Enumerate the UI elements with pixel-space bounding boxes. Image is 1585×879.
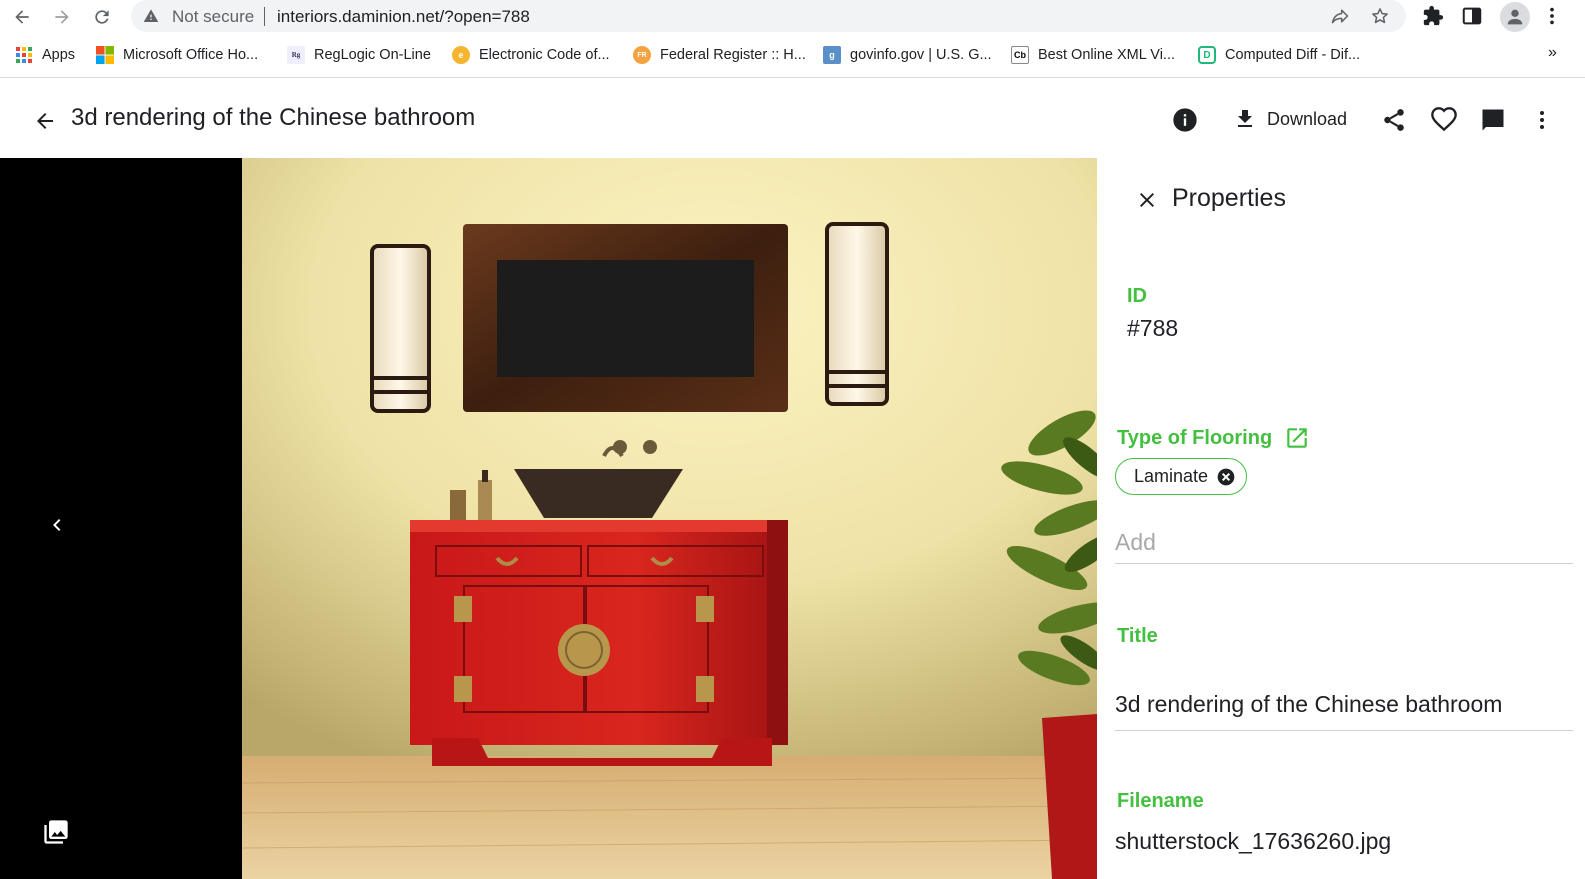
properties-panel: Properties ID #788 Type of Flooring Lami… xyxy=(1097,158,1585,879)
browser-toolbar: Not secure interiors.daminion.net/?open=… xyxy=(0,0,1585,34)
bookmark-label: Electronic Code of... xyxy=(479,47,610,63)
close-icon[interactable] xyxy=(1135,188,1159,212)
browser-reload-button[interactable] xyxy=(89,4,115,30)
extensions-puzzle-icon[interactable] xyxy=(1422,5,1444,27)
profile-avatar[interactable] xyxy=(1500,2,1530,32)
title-value[interactable]: 3d rendering of the Chinese bathroom xyxy=(1115,691,1502,718)
app-header: 3d rendering of the Chinese bathroom Dow… xyxy=(0,78,1585,158)
address-separator xyxy=(264,7,265,26)
security-status[interactable]: Not secure xyxy=(172,7,254,27)
arrow-right-icon xyxy=(55,10,69,24)
browser-forward-button[interactable] xyxy=(49,4,75,30)
bookmark-label: Federal Register :: H... xyxy=(660,47,806,63)
bookmark-federal-register[interactable]: FR Federal Register :: H... xyxy=(633,46,806,64)
bookmark-computed-diff[interactable]: D Computed Diff - Dif... xyxy=(1198,46,1360,64)
bookmark-apps[interactable]: Apps xyxy=(15,46,75,64)
id-label: ID xyxy=(1127,285,1147,307)
ecfr-icon: e xyxy=(452,46,470,64)
bookmark-label: Microsoft Office Ho... xyxy=(123,47,259,63)
federal-register-icon: FR xyxy=(633,46,651,64)
title-field-underline xyxy=(1115,730,1573,731)
share-page-icon[interactable] xyxy=(1330,6,1350,26)
bookmark-govinfo[interactable]: g govinfo.gov | U.S. G... xyxy=(823,46,992,64)
title-label: Title xyxy=(1117,625,1158,647)
favorite-button[interactable] xyxy=(1430,106,1458,134)
more-vert-icon xyxy=(1540,111,1544,129)
flooring-label: Type of Flooring xyxy=(1117,426,1273,449)
browser-back-button[interactable] xyxy=(9,4,35,30)
download-label: Download xyxy=(1267,108,1348,129)
arrow-left-icon xyxy=(15,10,29,24)
person-icon xyxy=(1507,9,1523,25)
bookmark-label: Best Online XML Vi... xyxy=(1038,47,1176,63)
microsoft-logo-icon xyxy=(96,46,114,64)
reglogic-icon: Rg xyxy=(287,46,305,64)
back-arrow-icon[interactable] xyxy=(33,109,57,133)
remove-tag-icon[interactable] xyxy=(1216,467,1236,487)
share-icon xyxy=(1384,109,1404,131)
govinfo-icon: g xyxy=(823,46,841,64)
chevron-left-icon[interactable] xyxy=(45,513,69,537)
bookmark-reglogic[interactable]: Rg RegLogic On-Line xyxy=(287,46,431,64)
comment-icon xyxy=(1482,109,1504,131)
share-button[interactable] xyxy=(1380,106,1408,134)
bookmark-star-icon[interactable] xyxy=(1370,6,1390,26)
download-icon xyxy=(1238,110,1252,127)
warning-icon xyxy=(143,9,159,22)
id-value: #788 xyxy=(1127,315,1179,341)
diff-icon: D xyxy=(1198,46,1216,64)
info-icon xyxy=(1173,108,1197,132)
bookmark-label: RegLogic On-Line xyxy=(314,47,431,63)
side-panel-icon[interactable] xyxy=(1461,5,1483,27)
photo-library-icon[interactable] xyxy=(42,818,70,846)
codebeautify-icon: Cb xyxy=(1011,46,1029,64)
bookmark-label: Apps xyxy=(42,47,76,63)
bookmark-xml-viewer[interactable]: Cb Best Online XML Vi... xyxy=(1011,46,1175,64)
bookmark-microsoft-office[interactable]: Microsoft Office Ho... xyxy=(96,46,258,64)
url-text[interactable]: interiors.daminion.net/?open=788 xyxy=(277,7,530,27)
filename-label: Filename xyxy=(1117,790,1204,812)
address-bar[interactable]: Not secure interiors.daminion.net/?open=… xyxy=(131,0,1406,32)
bathroom-rendering-image xyxy=(242,158,1097,879)
filename-value: shutterstock_17636260.jpg xyxy=(1115,828,1392,854)
open-in-new-icon[interactable] xyxy=(1284,425,1310,451)
flooring-tag-chip[interactable]: Laminate xyxy=(1115,458,1248,495)
page-title: 3d rendering of the Chinese bathroom xyxy=(71,104,476,131)
bookmarks-overflow-button[interactable]: » xyxy=(1548,44,1557,62)
heart-icon xyxy=(1431,107,1457,132)
comments-button[interactable] xyxy=(1479,106,1507,134)
flooring-field-header: Type of Flooring xyxy=(1117,425,1310,451)
chip-label: Laminate xyxy=(1134,466,1209,486)
bookmarks-bar: Apps Microsoft Office Ho... Rg RegLogic … xyxy=(0,38,1585,72)
image-viewer xyxy=(0,158,1097,879)
bookmark-label: govinfo.gov | U.S. G... xyxy=(850,47,992,63)
browser-menu-icon[interactable] xyxy=(1541,5,1563,27)
bookmark-ecfr[interactable]: e Electronic Code of... xyxy=(452,46,610,64)
more-options-button[interactable] xyxy=(1528,106,1556,134)
apps-grid-icon xyxy=(16,47,32,63)
info-button[interactable] xyxy=(1171,106,1199,134)
flooring-add-input[interactable] xyxy=(1115,522,1573,564)
properties-heading: Properties xyxy=(1172,184,1286,212)
bookmark-label: Computed Diff - Dif... xyxy=(1225,47,1361,63)
reload-icon xyxy=(95,10,109,24)
download-button[interactable]: Download xyxy=(1233,104,1347,134)
